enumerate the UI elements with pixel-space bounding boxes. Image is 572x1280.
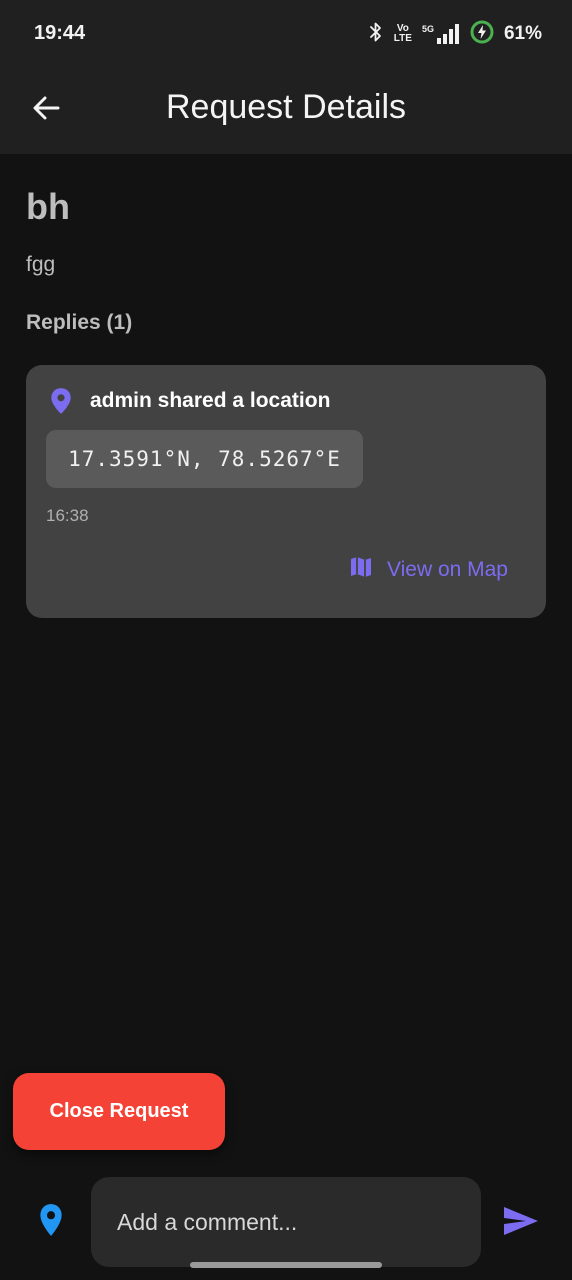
share-location-button[interactable] bbox=[30, 1200, 72, 1244]
status-time: 19:44 bbox=[34, 22, 86, 44]
volte-icon: Vo LTE bbox=[394, 24, 412, 44]
bluetooth-icon bbox=[368, 21, 384, 48]
location-pin-icon bbox=[38, 1203, 64, 1242]
battery-percentage: 61% bbox=[503, 23, 542, 44]
view-on-map-label: View on Map bbox=[386, 558, 508, 581]
close-request-button[interactable]: Close Request bbox=[13, 1073, 225, 1150]
request-title: bh bbox=[26, 186, 70, 227]
comment-placeholder: Add a comment... bbox=[117, 1208, 298, 1235]
page-title: Request Details bbox=[165, 88, 406, 126]
coordinates-chip: 17.3591°N, 78.5267°E bbox=[46, 430, 363, 488]
location-pin-icon bbox=[48, 387, 74, 420]
battery-charging-icon bbox=[470, 20, 494, 49]
map-icon bbox=[349, 555, 373, 585]
comment-input[interactable]: Add a comment... bbox=[91, 1177, 481, 1267]
app-bar: Request Details bbox=[0, 66, 572, 154]
close-request-label: Close Request bbox=[49, 1100, 189, 1122]
view-on-map-button[interactable]: View on Map bbox=[349, 555, 508, 585]
reply-timestamp: 16:38 bbox=[46, 506, 89, 525]
status-icons: Vo LTE 5G 61% bbox=[368, 20, 542, 48]
status-bar: 19:44 Vo LTE 5G 61% bbox=[0, 0, 572, 66]
volte-bottom-label: LTE bbox=[393, 33, 412, 44]
request-description: fgg bbox=[26, 253, 56, 276]
send-button[interactable] bbox=[498, 1200, 544, 1246]
network-type-label: 5G bbox=[421, 24, 434, 34]
home-indicator[interactable] bbox=[190, 1262, 382, 1268]
reply-author-text: admin shared a location bbox=[90, 389, 331, 412]
signal-icon: 5G bbox=[422, 24, 460, 44]
replies-heading: Replies (1) bbox=[26, 311, 133, 334]
reply-card: admin shared a location 17.3591°N, 78.52… bbox=[26, 365, 546, 618]
send-icon bbox=[502, 1205, 540, 1242]
